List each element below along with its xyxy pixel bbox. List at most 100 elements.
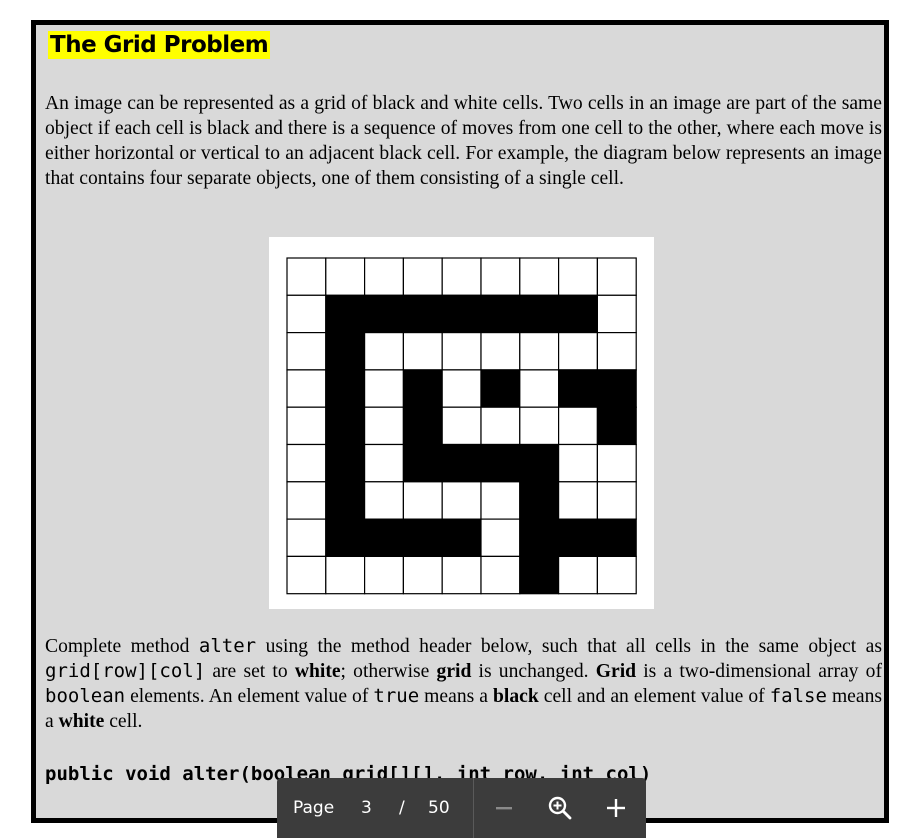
page-label: Page <box>293 798 335 818</box>
grid-cell-white <box>441 481 482 520</box>
grid-cell-white <box>402 257 443 296</box>
bold-grid-capital: Grid <box>595 661 637 682</box>
text-segment: is unchanged. <box>471 661 596 682</box>
grid-cell-black <box>596 406 637 446</box>
grid-cell-white <box>286 369 327 408</box>
code-grid-row-col: grid[row][col] <box>45 660 206 682</box>
grid-cell-white <box>596 481 637 520</box>
grid-cell-white <box>325 257 366 296</box>
code-false: false <box>769 685 827 707</box>
grid-cell-black <box>363 294 404 334</box>
grid-cell-white <box>596 443 637 483</box>
zoom-icon <box>548 796 572 820</box>
code-boolean: boolean <box>45 685 126 707</box>
grid-cell-black <box>402 294 443 334</box>
page-number-input[interactable]: 3 <box>361 778 372 838</box>
grid-cell-white <box>286 406 327 446</box>
grid-cell-white <box>480 257 521 296</box>
grid-cell-black <box>558 369 599 408</box>
grid-cell-white <box>286 294 327 334</box>
grid-cell-white <box>286 555 327 595</box>
grid-cell-white <box>402 331 443 371</box>
grid-cell-black <box>402 406 443 446</box>
slide-title: The Grid Problem <box>48 31 271 59</box>
grid-cell-black <box>363 518 404 558</box>
bold-white-2: white <box>58 711 105 732</box>
grid-cell-black <box>325 294 366 334</box>
grid-cell-white <box>286 257 327 296</box>
grid-cell-black <box>519 294 560 334</box>
toolbar-divider <box>473 778 474 838</box>
grid-cell-white <box>441 369 482 408</box>
page-total: 50 <box>428 798 450 818</box>
text-segment: Complete method <box>45 636 199 657</box>
grid-cell-black <box>325 369 366 408</box>
grid-cell-black <box>402 369 443 408</box>
grid-cell-white <box>402 481 443 520</box>
grid-cell-white <box>480 331 521 371</box>
zoom-in-button[interactable] <box>599 791 633 825</box>
grid-cell-black <box>519 555 560 595</box>
grid-cell-white <box>363 406 404 446</box>
grid-cell-white <box>363 369 404 408</box>
text-segment: cell and an element value of <box>538 686 770 707</box>
grid-cell-black <box>325 443 366 483</box>
grid-cell-white <box>596 257 637 296</box>
grid-cell-white <box>286 481 327 520</box>
grid-cell-black <box>402 518 443 558</box>
grid-cell-white <box>363 257 404 296</box>
slide: The Grid Problem An image can be represe… <box>31 20 889 823</box>
instructions-paragraph: Complete method alter using the method h… <box>45 634 882 734</box>
grid-figure <box>269 237 654 609</box>
grid-cell-white <box>441 257 482 296</box>
bold-black: black <box>492 686 539 707</box>
zoom-out-button[interactable] <box>487 791 521 825</box>
grid-cell-white <box>596 331 637 371</box>
grid-cell-black <box>402 443 443 483</box>
grid-cell-white <box>519 257 560 296</box>
grid-cell-black <box>325 481 366 520</box>
grid-cell-white <box>480 518 521 558</box>
grid-cell-white <box>596 555 637 595</box>
text-segment: means a <box>419 686 493 707</box>
grid-cell-white <box>286 518 327 558</box>
bold-white: white <box>294 661 341 682</box>
grid-cell-white <box>402 555 443 595</box>
grid-cell-black <box>325 518 366 558</box>
text-segment: using the method header below, such that… <box>256 636 882 657</box>
text-segment: are set to <box>205 661 295 682</box>
minus-icon <box>496 807 512 810</box>
grid-cell-white <box>558 257 599 296</box>
grid-cell-black <box>519 481 560 520</box>
grid-cell-white <box>325 555 366 595</box>
grid-cell-black <box>480 369 521 408</box>
grid-cell-white <box>363 443 404 483</box>
grid-cell-white <box>558 481 599 520</box>
pdf-toolbar: Page 3 / 50 <box>277 778 646 838</box>
grid-cell-white <box>480 481 521 520</box>
text-segment: cell. <box>104 711 143 732</box>
grid-cell-white <box>441 555 482 595</box>
code-true: true <box>373 685 420 707</box>
grid-cell-white <box>558 406 599 446</box>
grid-cell-black <box>441 294 482 334</box>
text-segment: ; otherwise <box>340 661 437 682</box>
grid-cell-black <box>441 443 482 483</box>
intro-paragraph: An image can be represented as a grid of… <box>45 93 882 189</box>
grid-cell-white <box>363 331 404 371</box>
grid-cell-white <box>558 443 599 483</box>
plus-icon <box>607 799 625 817</box>
grid-cell-black <box>596 369 637 408</box>
grid-cell-white <box>441 331 482 371</box>
grid-cell-white <box>596 294 637 334</box>
text-segment: elements. An element value of <box>125 686 374 707</box>
text-segment: is a two-dimensional array of <box>636 661 882 682</box>
code-alter: alter <box>198 635 257 657</box>
grid-cell-white <box>519 406 560 446</box>
grid-cell-white <box>480 555 521 595</box>
grid-cell-white <box>363 481 404 520</box>
grid-cell-white <box>519 369 560 408</box>
zoom-fit-button[interactable] <box>543 791 577 825</box>
grid-cell-white <box>286 443 327 483</box>
grid-diagram <box>286 257 637 595</box>
